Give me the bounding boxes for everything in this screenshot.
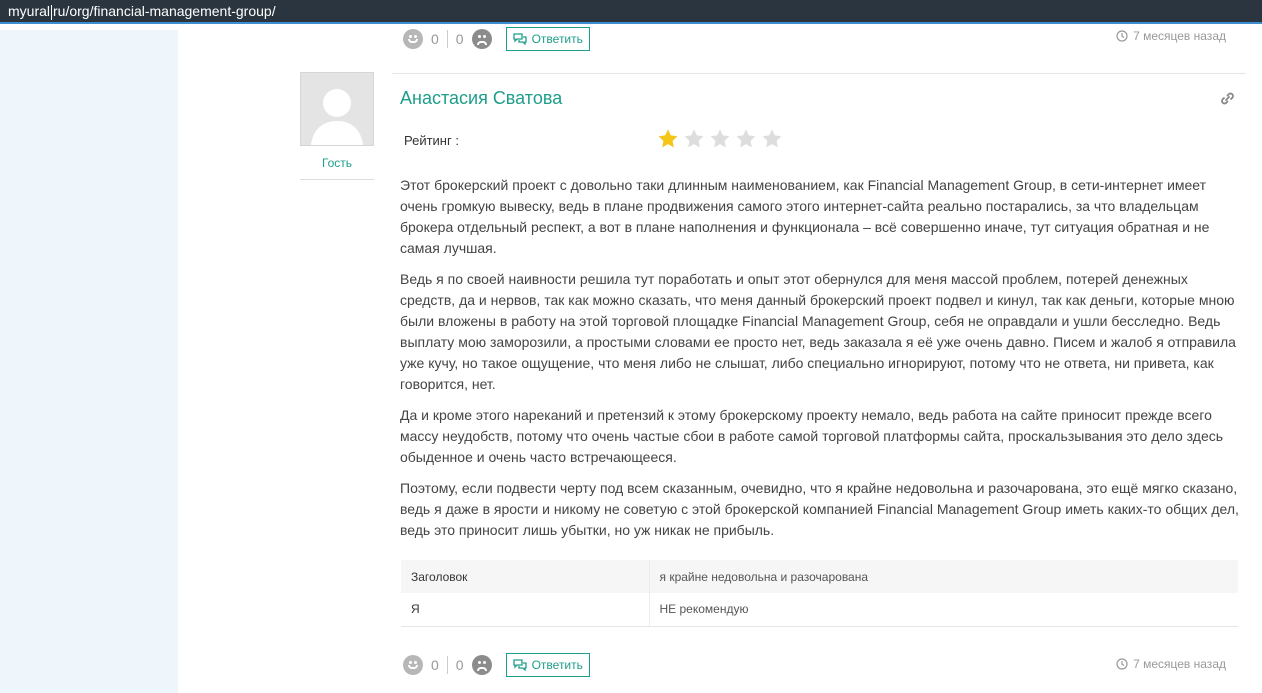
- review-paragraph: Да и кроме этого нареканий и претензий к…: [400, 407, 1224, 465]
- field-value: я крайне недовольна и разочарована: [648, 560, 1238, 593]
- smile-icon[interactable]: [403, 655, 423, 675]
- review-divider: [392, 73, 1246, 74]
- text-caret: [51, 4, 53, 20]
- vote-divider: [446, 656, 448, 674]
- review-paragraph: Поэтому, если подвести черту под всем ск…: [400, 480, 1239, 538]
- like-count: 0: [431, 657, 439, 673]
- reply-label: Ответить: [531, 658, 583, 672]
- field-label: Заголовок: [401, 560, 649, 593]
- review-paragraph: Ведь я по своей наивности решила тут пор…: [400, 271, 1236, 392]
- smile-icon[interactable]: [403, 29, 423, 49]
- prev-review-vote-bar: 0 0 Ответить: [403, 26, 590, 52]
- address-bar[interactable]: myural ru/org/financial-management-group/: [0, 0, 1262, 24]
- comments-icon: [512, 33, 527, 45]
- star-empty-icon[interactable]: [683, 128, 705, 150]
- time-label: 7 месяцев назад: [1133, 657, 1226, 671]
- reply-button[interactable]: Ответить: [505, 653, 590, 677]
- clock-icon: [1116, 30, 1128, 42]
- left-panel: [0, 30, 178, 693]
- comments-icon: [512, 659, 527, 671]
- link-icon: [1221, 92, 1234, 105]
- time-label: 7 месяцев назад: [1133, 29, 1226, 43]
- frown-icon[interactable]: [471, 655, 492, 675]
- reply-label: Ответить: [531, 32, 583, 46]
- review-details-table: Заголовок я крайне недовольна и разочаро…: [401, 560, 1238, 627]
- field-value: НЕ рекомендую: [648, 593, 1238, 627]
- divider: [300, 179, 374, 180]
- review-paragraph: Этот брокерский проект с довольно таки д…: [400, 177, 1210, 256]
- star-empty-icon[interactable]: [761, 128, 783, 150]
- table-row: Заголовок я крайне недовольна и разочаро…: [401, 560, 1238, 593]
- dislike-count: 0: [455, 657, 464, 673]
- reply-button[interactable]: Ответить: [505, 27, 590, 51]
- star-empty-icon[interactable]: [709, 128, 731, 150]
- user-role[interactable]: Гость: [300, 156, 374, 170]
- url-text-start: myural: [8, 3, 51, 19]
- table-row: Я НЕ рекомендую: [401, 593, 1238, 627]
- field-label: Я: [401, 593, 649, 627]
- review-time: 7 месяцев назад: [1116, 657, 1226, 671]
- star-empty-icon[interactable]: [735, 128, 757, 150]
- frown-icon[interactable]: [471, 29, 492, 49]
- avatar: [300, 72, 374, 146]
- avatar-icon: [301, 73, 373, 145]
- review-text: Этот брокерский проект с довольно таки д…: [400, 175, 1245, 551]
- clock-icon: [1116, 658, 1128, 670]
- rating-label: Рейтинг :: [404, 133, 459, 148]
- review-vote-bar: 0 0 Ответить: [403, 652, 590, 678]
- like-count: 0: [431, 31, 439, 47]
- rating-stars: [657, 128, 787, 150]
- prev-review-time: 7 месяцев назад: [1116, 29, 1226, 43]
- star-filled-icon[interactable]: [657, 128, 679, 150]
- vote-divider: [446, 30, 448, 48]
- permalink-button[interactable]: [1220, 91, 1235, 111]
- url-text-end: ru/org/financial-management-group/: [53, 3, 276, 19]
- author-name[interactable]: Анастасия Сватова: [400, 88, 562, 109]
- dislike-count: 0: [455, 31, 464, 47]
